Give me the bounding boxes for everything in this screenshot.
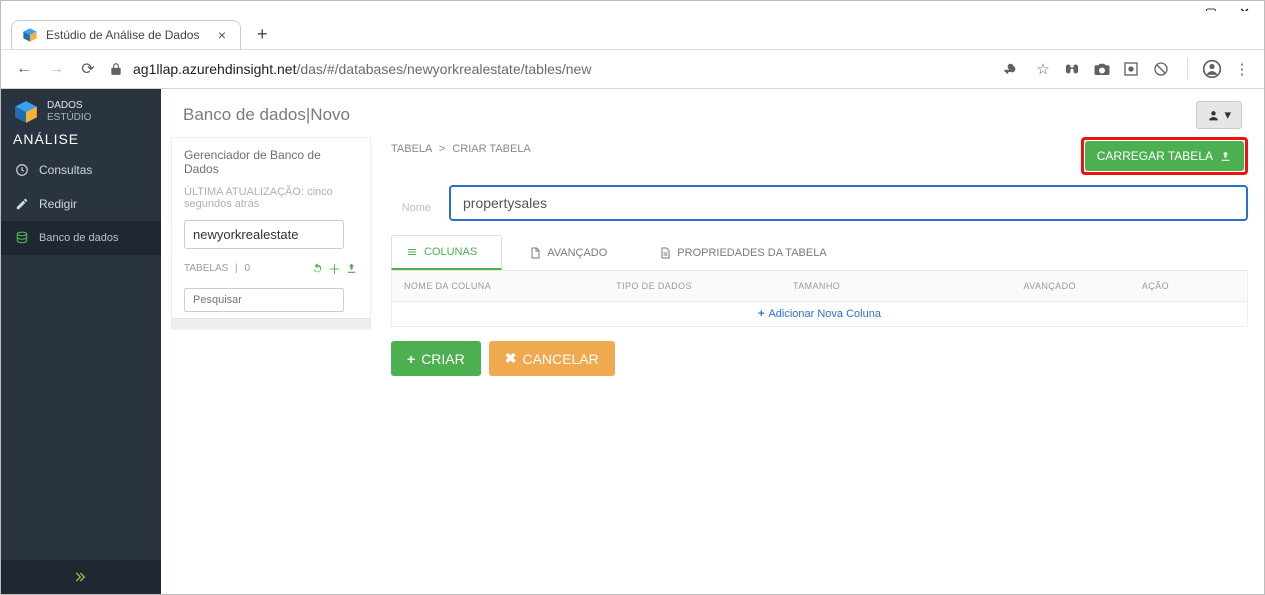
clock-icon <box>15 163 29 177</box>
table-search-input[interactable] <box>184 288 344 312</box>
sidebar-item-label: Redigir <box>39 197 77 211</box>
db-last-update: ÚLTIMA ATUALIZAÇÃO: cinco segundos atrás <box>184 186 358 210</box>
add-table-icon[interactable]: ＋ <box>328 259 341 278</box>
back-button[interactable]: ← <box>13 60 35 78</box>
tab-label: PROPRIEDADES DA TABELA <box>677 247 826 259</box>
star-icon[interactable]: ☆ <box>1033 60 1053 78</box>
square-dot-icon[interactable] <box>1123 61 1143 77</box>
tab-close-icon[interactable]: × <box>218 27 226 43</box>
binoculars-icon[interactable] <box>1063 60 1083 78</box>
app-logo-icon <box>13 99 39 125</box>
caret-down-icon: ▾ <box>1224 107 1231 123</box>
col-header-advanced: AVANÇADO <box>970 281 1076 291</box>
upload-icon <box>1219 150 1232 163</box>
upload-table-highlight: CARREGAR TABELA <box>1081 137 1248 175</box>
sidebar-item-database[interactable]: Banco de dados <box>1 221 161 255</box>
tab-label: AVANÇADO <box>547 247 607 259</box>
tables-label: TABELAS <box>184 263 228 274</box>
browser-tab[interactable]: Estúdio de Análise de Dados × <box>11 20 241 49</box>
close-icon: ✖ <box>505 350 517 367</box>
tab-table-properties[interactable]: PROPRIEDADES DA TABELA <box>644 235 851 270</box>
key-icon[interactable] <box>1003 60 1023 78</box>
breadcrumb-level2: CRIAR TABELA <box>452 143 530 155</box>
upload-table-label: CARREGAR TABELA <box>1097 149 1213 163</box>
name-field-label: Nome <box>391 192 431 214</box>
database-icon <box>15 231 29 245</box>
sidebar-item-label: Consultas <box>39 163 92 177</box>
table-name-input[interactable] <box>449 185 1248 221</box>
sidebar-item-queries[interactable]: Consultas <box>1 153 161 187</box>
browser-tab-title: Estúdio de Análise de Dados <box>46 28 199 42</box>
doc-icon <box>529 247 541 259</box>
sidebar-nav: DADOS ESTÚDIO ANÁLISE Consultas Redigir … <box>1 89 161 594</box>
camera-icon[interactable] <box>1093 60 1113 78</box>
user-icon <box>1207 109 1220 122</box>
address-bar-url[interactable]: ag1llap.azurehdinsight.net/das/#/databas… <box>133 61 591 77</box>
create-button[interactable]: + CRIAR <box>391 341 481 376</box>
db-panel-title: Gerenciador de Banco de Dados <box>184 148 358 176</box>
col-header-action: AÇÃO <box>1076 281 1235 291</box>
tab-label: COLUNAS <box>424 246 477 258</box>
edit-icon <box>15 197 29 211</box>
kebab-menu-icon[interactable]: ⋮ <box>1232 60 1252 78</box>
col-header-size: TAMANHO <box>793 281 970 291</box>
upload-table-button[interactable]: CARREGAR TABELA <box>1085 141 1244 171</box>
create-button-label: CRIAR <box>421 351 465 367</box>
breadcrumb: TABELA > CRIAR TABELA <box>391 143 531 155</box>
plus-icon: + <box>407 351 415 367</box>
doc-lines-icon <box>659 247 671 259</box>
profile-icon[interactable] <box>1202 59 1222 79</box>
new-tab-button[interactable]: + <box>247 20 278 49</box>
lock-icon[interactable] <box>109 62 123 76</box>
current-database-input[interactable] <box>184 220 344 249</box>
double-chevron-icon <box>73 569 89 585</box>
collapse-sidebar-button[interactable] <box>1 560 161 594</box>
user-menu-button[interactable]: ▾ <box>1196 101 1242 129</box>
upload-table-icon[interactable] <box>345 262 358 275</box>
db-manager-panel: Gerenciador de Banco de Dados ÚLTIMA ATU… <box>171 137 371 329</box>
tab-columns[interactable]: COLUNAS <box>391 235 502 270</box>
sidebar-item-compose[interactable]: Redigir <box>1 187 161 221</box>
col-header-name: NOME DA COLUNA <box>404 281 616 291</box>
cube-icon <box>22 27 38 43</box>
cancel-button-label: CANCELAR <box>522 351 598 367</box>
refresh-tables-icon[interactable] <box>311 262 324 275</box>
columns-header-row: NOME DA COLUNA TIPO DE DADOS TAMANHO AVA… <box>391 271 1248 302</box>
brand-line2: ESTÚDIO <box>47 112 91 124</box>
sidebar-item-label: Banco de dados <box>39 232 119 244</box>
tab-advanced[interactable]: AVANÇADO <box>514 235 632 270</box>
brand-main: ANÁLISE <box>1 131 161 153</box>
plus-icon: + <box>758 308 768 320</box>
no-entry-icon[interactable] <box>1153 61 1173 77</box>
brand-line1: DADOS <box>47 100 91 112</box>
reload-button[interactable]: ⟳ <box>77 59 99 79</box>
breadcrumb-level1[interactable]: TABELA <box>391 143 432 155</box>
list-icon <box>406 246 418 258</box>
add-column-link[interactable]: +Adicionar Nova Coluna <box>758 308 881 320</box>
page-title: Banco de dados|Novo <box>183 105 350 125</box>
forward-button[interactable]: → <box>45 60 67 78</box>
col-header-type: TIPO DE DADOS <box>616 281 793 291</box>
tables-count: 0 <box>244 263 250 274</box>
cancel-button[interactable]: ✖ CANCELAR <box>489 341 615 376</box>
